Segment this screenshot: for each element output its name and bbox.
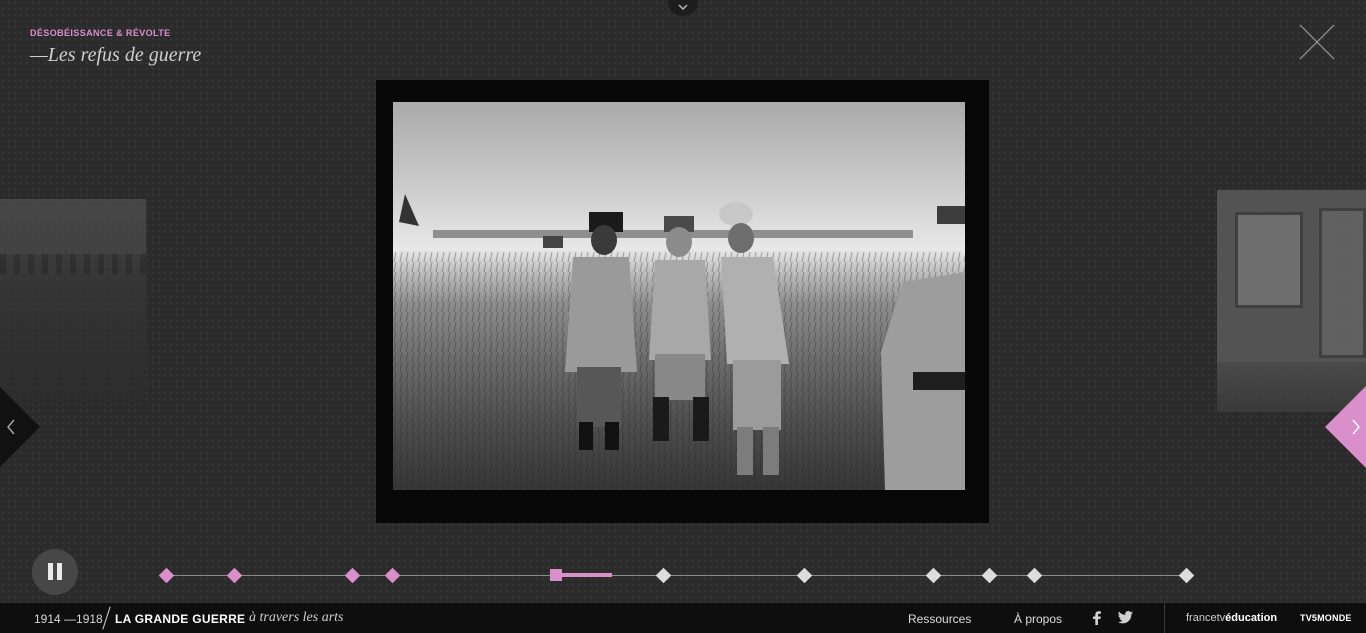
timeline-marker[interactable] xyxy=(1026,567,1042,584)
page-title: —Les refus de guerre xyxy=(30,44,202,66)
partner-francetv-logo[interactable]: francetvéducation xyxy=(1186,612,1277,624)
footer: 1914 —1918 LA GRANDE GUERRE à travers le… xyxy=(0,603,1366,633)
footer-slash xyxy=(102,606,111,630)
chevron-down-icon xyxy=(678,4,688,10)
timeline-marker[interactable] xyxy=(344,567,361,584)
timeline-marker[interactable] xyxy=(158,567,174,584)
timeline-marker[interactable] xyxy=(796,567,813,584)
preview-texture xyxy=(0,254,146,274)
preview-window xyxy=(1235,212,1303,308)
artwork-photograph[interactable] xyxy=(393,102,965,490)
previous-artwork-preview[interactable] xyxy=(0,199,146,405)
timeline-progress xyxy=(555,573,612,577)
timeline-marker[interactable] xyxy=(655,567,672,584)
preview-cabinet xyxy=(1319,208,1366,358)
close-button[interactable] xyxy=(1298,23,1336,61)
footer-brand[interactable]: LA GRANDE GUERRE xyxy=(115,612,245,626)
partner-tv5monde-logo[interactable]: TV5MONDE xyxy=(1300,613,1352,623)
timeline-marker[interactable] xyxy=(925,567,941,584)
photo-illustration xyxy=(393,194,965,490)
next-artwork-preview[interactable] xyxy=(1217,190,1366,412)
chevron-left-icon xyxy=(7,419,15,435)
close-icon xyxy=(1299,24,1335,60)
timeline[interactable] xyxy=(158,565,1194,587)
timeline-marker[interactable] xyxy=(981,567,997,584)
footer-years: 1914 —1918 xyxy=(34,612,103,626)
pause-button[interactable] xyxy=(32,549,78,595)
category-label[interactable]: DÉSOBÉISSANCE & RÉVOLTE xyxy=(30,28,171,38)
scroll-down-tab[interactable] xyxy=(668,0,698,16)
footer-link-a-propos[interactable]: À propos xyxy=(1014,612,1062,626)
timeline-marker[interactable] xyxy=(384,567,401,584)
photo-frame xyxy=(376,80,989,523)
footer-divider xyxy=(1164,603,1165,633)
timeline-marker[interactable] xyxy=(1178,567,1194,584)
facebook-icon[interactable] xyxy=(1092,611,1102,625)
twitter-icon[interactable] xyxy=(1118,611,1133,624)
footer-link-ressources[interactable]: Ressources xyxy=(908,612,971,626)
footer-tagline: à travers les arts xyxy=(249,610,344,625)
chevron-right-icon xyxy=(1352,419,1360,435)
timeline-marker[interactable] xyxy=(226,567,243,584)
preview-floor xyxy=(1217,362,1366,412)
